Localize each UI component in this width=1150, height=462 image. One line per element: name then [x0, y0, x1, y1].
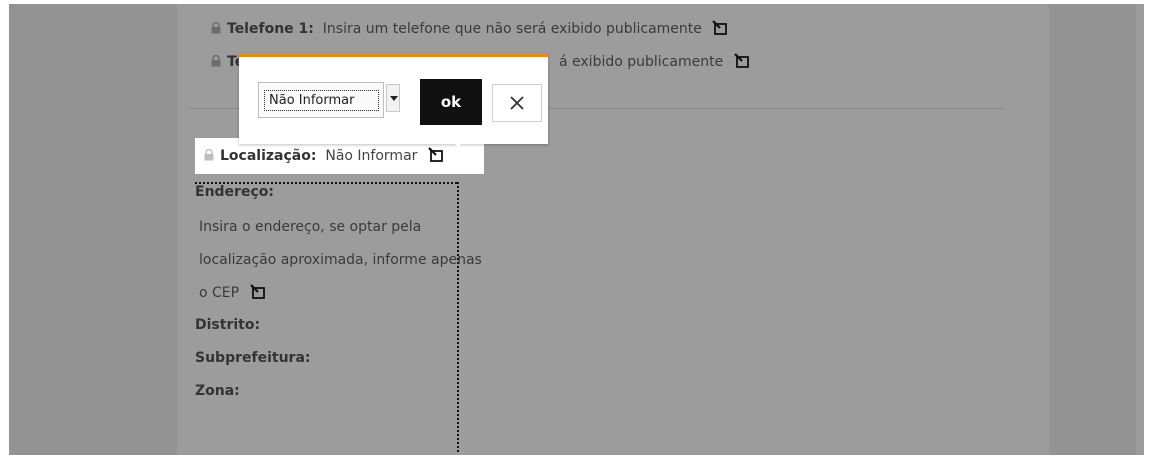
phone1-value: Insira um telefone que não será exibido …	[322, 21, 702, 37]
edit-icon[interactable]	[249, 284, 266, 300]
address-hint-text: o CEP	[199, 285, 240, 301]
close-icon	[510, 96, 524, 110]
cancel-button[interactable]	[492, 84, 542, 122]
lock-icon	[211, 55, 221, 67]
phone2-value: á exibido publicamente	[559, 54, 724, 70]
edit-icon[interactable]	[733, 53, 750, 69]
ok-button[interactable]: ok	[420, 79, 482, 125]
popup-pointer	[451, 140, 465, 147]
edit-icon[interactable]	[712, 20, 728, 36]
location-value: Não Informar	[325, 148, 418, 164]
location-edit-popup: Não Informar ok	[239, 53, 548, 144]
lock-icon	[204, 149, 214, 161]
phone1-label: Telefone 1:	[227, 21, 314, 37]
chevron-down-icon[interactable]	[386, 84, 400, 112]
phone1-row: Telefone 1: Insira um telefone que não s…	[211, 20, 728, 38]
edit-icon[interactable]	[428, 147, 444, 163]
scrollbar-track	[1136, 4, 1144, 455]
location-label: Localização:	[220, 148, 317, 164]
location-row: Localização: Não Informar	[204, 147, 444, 165]
page-overlay	[9, 4, 1144, 455]
address-hint-line: Insira o endereço, se optar pela	[199, 219, 422, 235]
select-value: Não Informar	[264, 90, 379, 111]
district-label: Distrito:	[195, 317, 261, 333]
zone-label: Zona:	[195, 383, 240, 399]
address-hint-line-last: o CEP	[199, 284, 266, 301]
select-box[interactable]: Não Informar	[258, 82, 384, 118]
phone2-value-row: á exibido publicamente	[559, 53, 750, 71]
address-label: Endereço:	[195, 184, 274, 200]
subprefecture-label: Subprefeitura:	[195, 350, 311, 366]
location-select[interactable]: Não Informar	[258, 82, 402, 118]
focus-outline-right	[457, 182, 459, 452]
lock-icon	[211, 22, 221, 34]
address-hint-line: localização aproximada, informe apenas	[199, 252, 482, 268]
